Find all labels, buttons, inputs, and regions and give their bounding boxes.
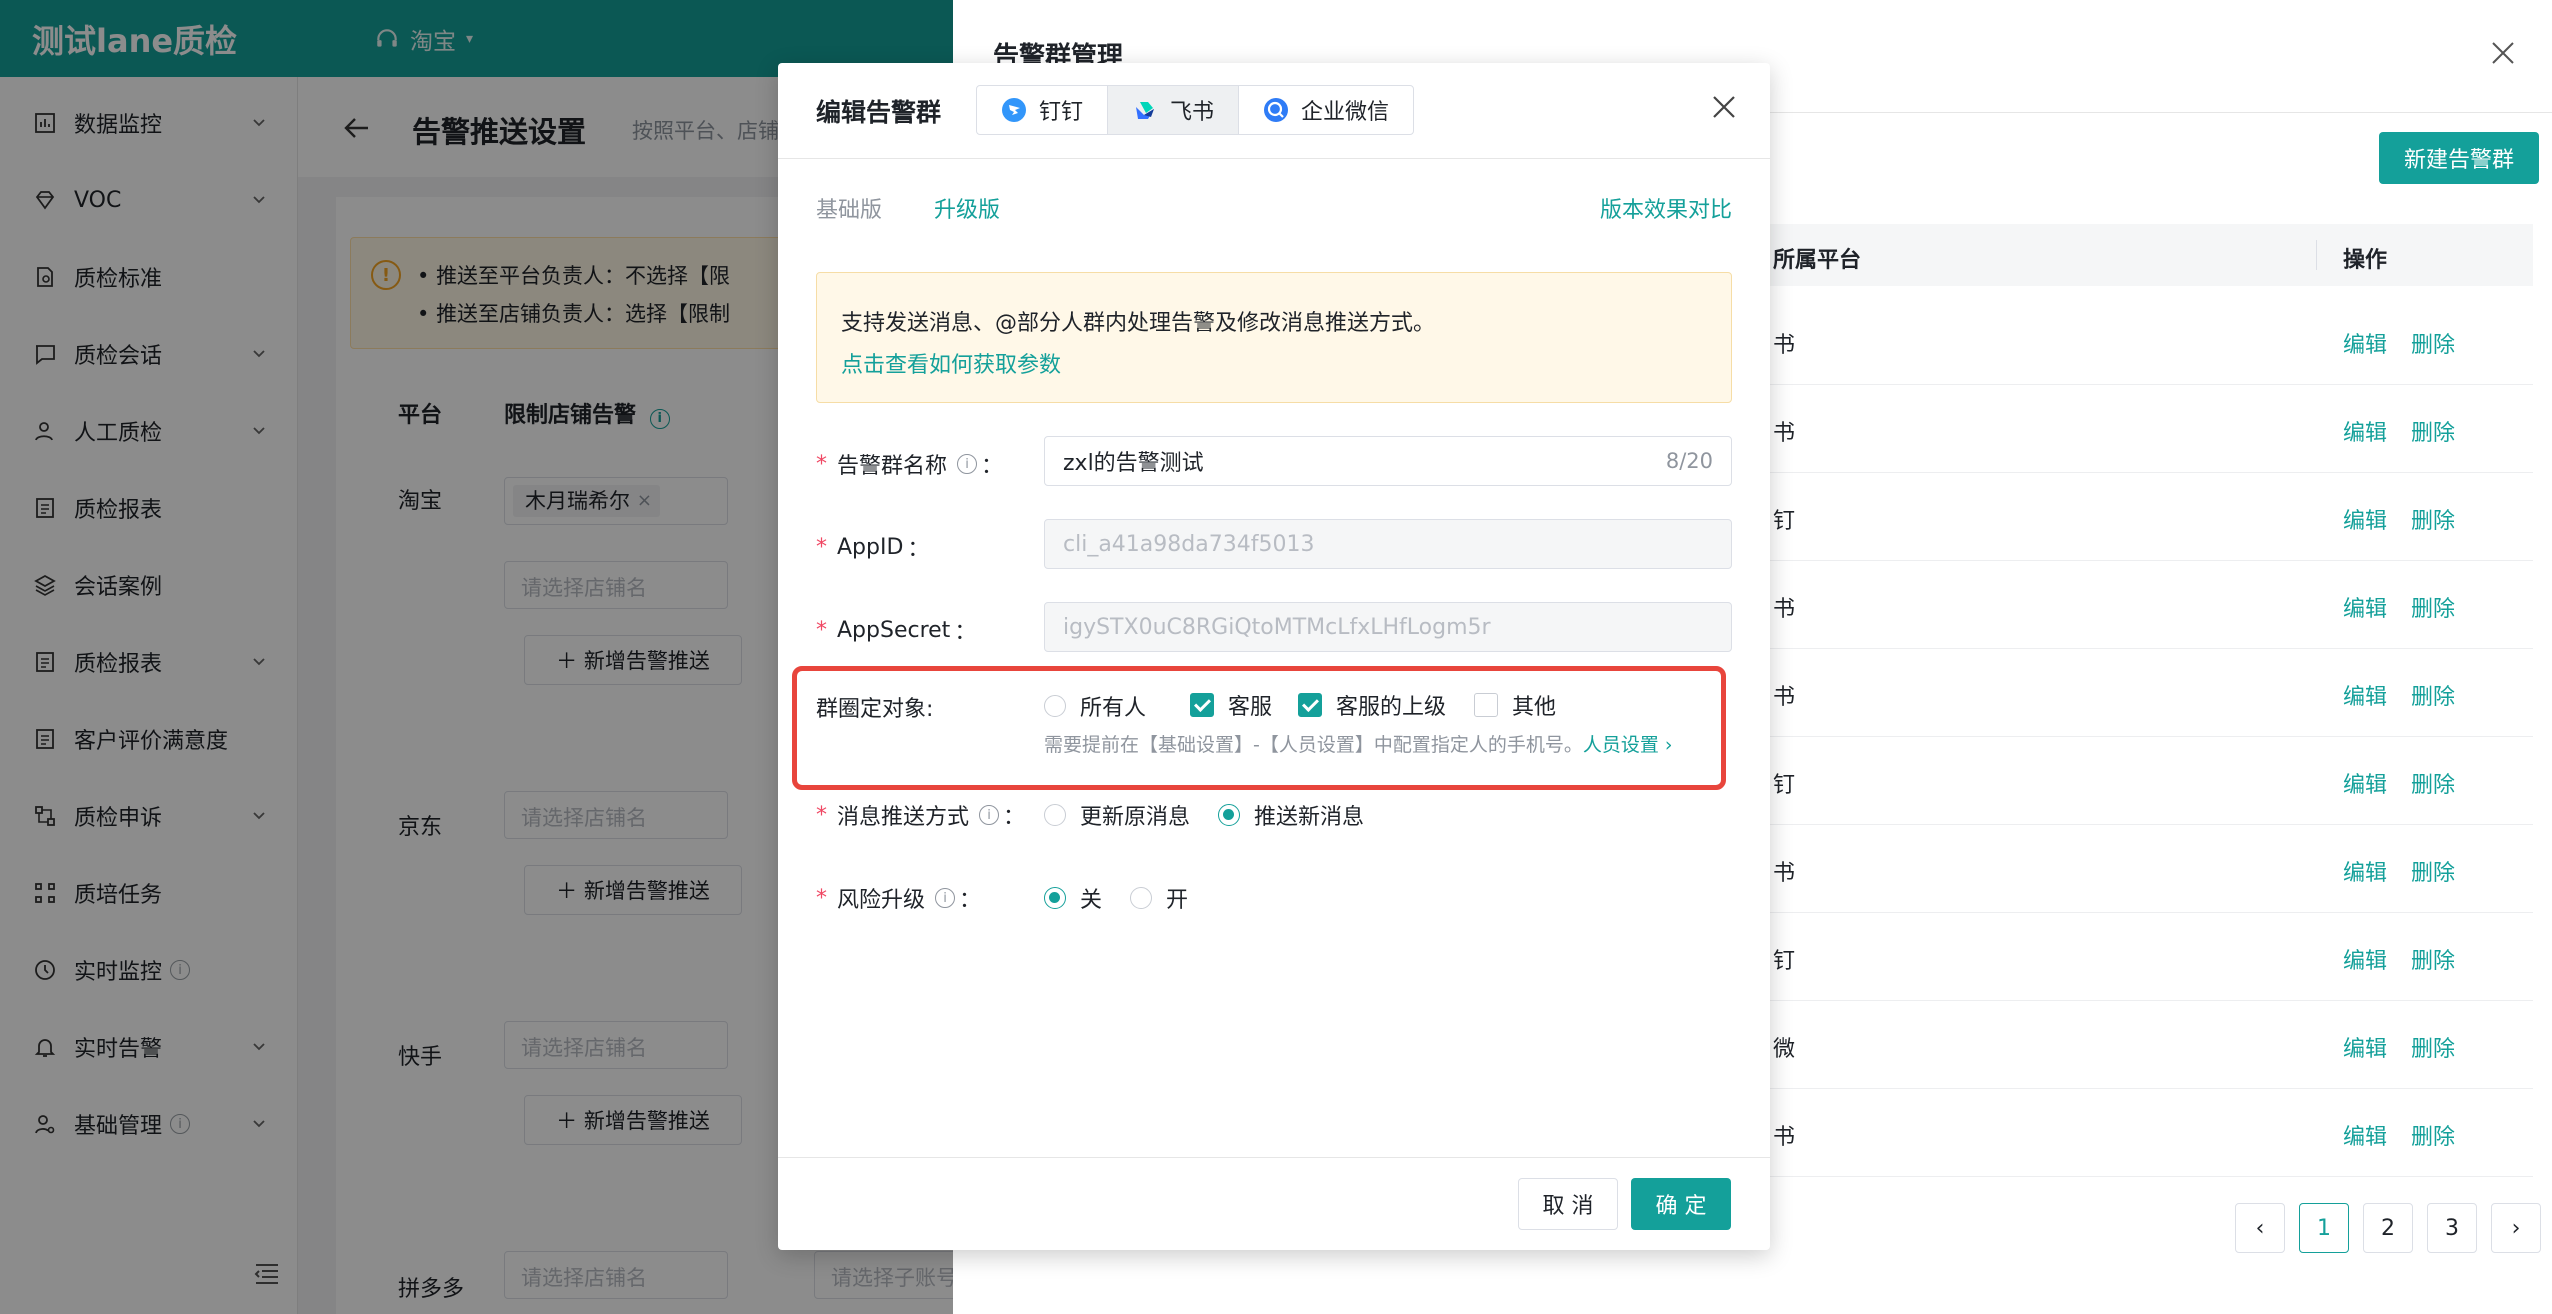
edit-link[interactable]: 编辑: [2343, 1119, 2387, 1151]
info-icon: i: [957, 454, 978, 474]
edit-link[interactable]: 编辑: [2343, 767, 2387, 799]
highlight-box: [792, 666, 1726, 790]
field-label-appid: * AppID：: [816, 534, 930, 563]
edit-link[interactable]: 编辑: [2343, 679, 2387, 711]
row-platform: 钉: [1773, 773, 1796, 798]
feishu-icon: [1136, 102, 1155, 119]
platform-segmented: 钉钉 飞书 企业微信: [976, 85, 1415, 135]
feature-notice: 支持发送消息、@部分人群内处理告警及修改消息推送方式。 点击查看如何获取参数: [816, 272, 1732, 403]
modal-title: 编辑告警群: [816, 98, 942, 127]
delete-link[interactable]: 删除: [2411, 503, 2455, 535]
radio[interactable]: [1218, 804, 1240, 826]
field-label-name: * 告警群名称 i：: [816, 451, 1004, 480]
push-option-new[interactable]: 推送新消息: [1218, 799, 1364, 831]
row-platform: 书: [1773, 861, 1796, 886]
page-button[interactable]: 2: [2363, 1203, 2413, 1253]
delete-link[interactable]: 删除: [2411, 1119, 2455, 1151]
risk-option-on[interactable]: 开: [1130, 882, 1188, 914]
next-page-button[interactable]: ›: [2491, 1203, 2541, 1253]
field-label-risk-upgrade: * 风险升级 i：: [816, 885, 982, 914]
column-action: 操作: [2343, 248, 2388, 273]
close-icon[interactable]: [2490, 40, 2516, 66]
radio[interactable]: [1044, 887, 1066, 909]
delete-link[interactable]: 删除: [2411, 1031, 2455, 1063]
confirm-button[interactable]: 确 定: [1631, 1178, 1731, 1230]
radio[interactable]: [1130, 887, 1152, 909]
close-icon[interactable]: [1710, 93, 1738, 121]
appid-input[interactable]: cli_a41a98da734f5013: [1044, 519, 1732, 569]
row-platform: 书: [1773, 1125, 1796, 1150]
delete-link[interactable]: 删除: [2411, 943, 2455, 975]
delete-link[interactable]: 删除: [2411, 767, 2455, 799]
delete-link[interactable]: 删除: [2411, 855, 2455, 887]
info-icon: i: [935, 888, 956, 908]
row-platform: 钉: [1773, 949, 1796, 974]
delete-link[interactable]: 删除: [2411, 415, 2455, 447]
tab-upgrade[interactable]: 升级版: [934, 192, 1000, 224]
row-platform: 书: [1773, 597, 1796, 622]
row-platform: 书: [1773, 685, 1796, 710]
param-help-link[interactable]: 点击查看如何获取参数: [841, 347, 1061, 379]
edit-link[interactable]: 编辑: [2343, 1031, 2387, 1063]
delete-link[interactable]: 删除: [2411, 327, 2455, 359]
edit-link[interactable]: 编辑: [2343, 855, 2387, 887]
compare-versions-link[interactable]: 版本效果对比: [1600, 192, 1732, 224]
push-option-update[interactable]: 更新原消息: [1044, 799, 1190, 831]
alert-group-name-input[interactable]: zxl的告警测试 8/20: [1044, 436, 1732, 486]
edit-link[interactable]: 编辑: [2343, 327, 2387, 359]
radio[interactable]: [1044, 804, 1066, 826]
wecom-icon: [1264, 98, 1289, 122]
tab-feishu[interactable]: 飞书: [1108, 86, 1240, 134]
page-button[interactable]: 3: [2427, 1203, 2477, 1253]
tab-basic[interactable]: 基础版: [816, 192, 882, 224]
delete-link[interactable]: 删除: [2411, 679, 2455, 711]
cancel-button[interactable]: 取 消: [1518, 1178, 1618, 1230]
divider: [778, 158, 1770, 159]
new-alert-group-button[interactable]: 新建告警群: [2379, 132, 2539, 184]
risk-option-off[interactable]: 关: [1044, 882, 1102, 914]
field-label-push-mode: * 消息推送方式 i：: [816, 802, 1026, 831]
column-divider: [2316, 240, 2317, 270]
info-icon: i: [979, 805, 1000, 825]
edit-link[interactable]: 编辑: [2343, 415, 2387, 447]
dingtalk-icon: [1002, 98, 1026, 122]
row-platform: 钉: [1773, 509, 1796, 534]
tab-wecom[interactable]: 企业微信: [1239, 86, 1413, 134]
field-label-appsecret: * AppSecret：: [816, 617, 977, 646]
appsecret-input[interactable]: igySTX0uC8RGiQtoMTMcLfxLHfLogm5r: [1044, 602, 1732, 652]
page-button[interactable]: 1: [2299, 1203, 2349, 1253]
row-platform: 书: [1773, 333, 1796, 358]
edit-link[interactable]: 编辑: [2343, 503, 2387, 535]
column-platform: 所属平台: [1773, 248, 1862, 273]
edit-link[interactable]: 编辑: [2343, 591, 2387, 623]
tab-dingtalk[interactable]: 钉钉: [977, 86, 1109, 134]
edit-alert-group-modal: 编辑告警群 钉钉 飞书 企业微信 基础版 升级版 版本效果对比 支持发送消息、@…: [778, 63, 1770, 1250]
delete-link[interactable]: 删除: [2411, 591, 2455, 623]
char-count: 8/20: [1665, 449, 1713, 473]
row-platform: 微: [1773, 1037, 1796, 1062]
edit-link[interactable]: 编辑: [2343, 943, 2387, 975]
row-platform: 书: [1773, 421, 1796, 446]
prev-page-button[interactable]: ‹: [2235, 1203, 2285, 1253]
notice-text: 支持发送消息、@部分人群内处理告警及修改消息推送方式。: [841, 311, 1436, 336]
divider: [778, 1157, 1770, 1158]
